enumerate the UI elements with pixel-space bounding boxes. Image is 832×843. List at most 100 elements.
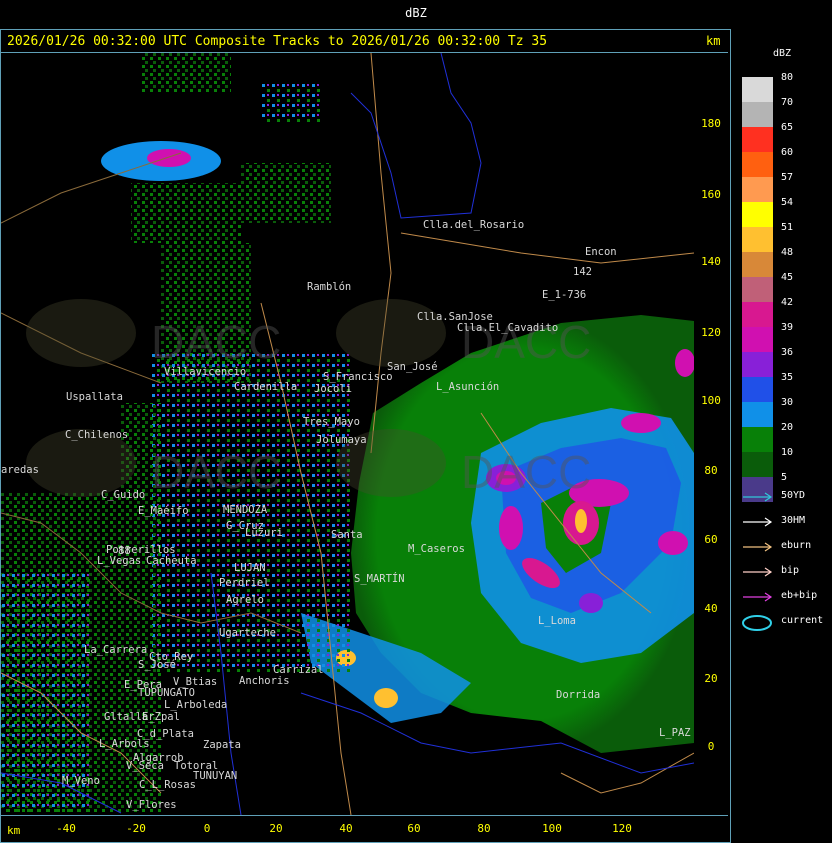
- place-label: Ugarteche: [219, 627, 276, 639]
- legend-track-label: eburn: [781, 540, 812, 551]
- place-label: Jocoli: [314, 383, 352, 395]
- legend-track-label: 50YD: [781, 490, 806, 501]
- x-tick-label: 100: [542, 822, 562, 835]
- legend-swatch-48: [742, 252, 773, 277]
- top-header: dBZ: [0, 0, 832, 28]
- place-label: S_MARTÍN: [354, 573, 405, 585]
- legend-label-54: 54: [781, 197, 794, 208]
- legend-label-80: 80: [781, 72, 794, 83]
- legend-swatch-35: [742, 377, 773, 402]
- legend-swatch-20: [742, 427, 773, 452]
- x-tick-label: 60: [407, 822, 421, 835]
- watermark-text-3: DACC: [151, 446, 281, 498]
- legend-swatch-10: [742, 452, 773, 477]
- legend-track-label: bip: [781, 565, 800, 576]
- y-tick-label: 60: [704, 533, 718, 546]
- legend-label-20: 20: [781, 422, 794, 433]
- place-label: V_Flores: [126, 799, 177, 811]
- legend-label-48: 48: [781, 247, 794, 258]
- legend-label-51: 51: [781, 222, 794, 233]
- place-label: LUJAN: [234, 562, 266, 574]
- place-label: TUPUNGATO: [138, 687, 195, 699]
- title-bar: 2026/01/26 00:32:00 UTC Composite Tracks…: [0, 30, 728, 53]
- place-label: Villavicencio: [164, 366, 247, 378]
- legend-swatch-39: [742, 327, 773, 352]
- field-label: dBZ: [405, 6, 427, 20]
- place-label: aredas: [1, 464, 39, 476]
- place-label: Carrizal: [273, 664, 324, 676]
- place-label: Clla.del_Rosario: [423, 219, 525, 231]
- legend-label-39: 39: [781, 322, 794, 333]
- x-tick-label: 0: [203, 822, 211, 835]
- legend-swatch-51: [742, 227, 773, 252]
- legend-title: dBZ: [773, 48, 792, 59]
- place-label: Jolumaya: [316, 434, 367, 446]
- legend-label-35: 35: [781, 372, 794, 383]
- legend-swatch-30: [742, 402, 773, 427]
- y-tick-label: 40: [704, 602, 718, 615]
- place-label: E_Zpal: [142, 711, 180, 723]
- plot-title: 2026/01/26 00:32:00 UTC Composite Tracks…: [7, 34, 548, 49]
- place-label: MENDOZA: [223, 504, 268, 516]
- place-label: 142: [573, 266, 592, 278]
- place-label: TUNUYAN: [193, 770, 238, 782]
- place-label: Clla.El_Cavadito: [457, 322, 559, 334]
- place-label: Dorrida: [556, 689, 601, 701]
- legend-swatch-65: [742, 127, 773, 152]
- legend-swatch-57: [742, 177, 773, 202]
- place-label: Anchoris: [239, 675, 290, 687]
- place-label: Santa: [331, 529, 363, 541]
- x-tick-label: 40: [339, 822, 353, 835]
- place-label: La_Carrera: [84, 644, 148, 656]
- place-label: Uspallata: [66, 391, 123, 403]
- y-tick-label: 100: [701, 394, 721, 407]
- x-tick-label: -40: [56, 822, 76, 835]
- legend-track-label: 30HM: [781, 515, 806, 526]
- x-tick-label: 20: [269, 822, 283, 835]
- legend-swatch-70: [742, 102, 773, 127]
- legend-label-42: 42: [781, 297, 794, 308]
- place-label: 88: [118, 545, 131, 557]
- legend-swatch-45: [742, 277, 773, 302]
- watermark-text-4: DACC: [461, 446, 591, 498]
- place-label: Perdriel: [219, 577, 270, 589]
- legend-label-57: 57: [781, 172, 794, 183]
- y-tick-label: 160: [701, 188, 721, 201]
- place-label: L_Asunción: [436, 381, 500, 393]
- place-label: S_Francisco: [323, 371, 393, 383]
- place-label: M_Caseros: [408, 543, 465, 555]
- y-tick-label: 0: [707, 740, 715, 753]
- place-label: Tres_Mayo: [303, 416, 360, 428]
- legend-label-30: 30: [781, 397, 794, 408]
- place-label: Encon: [585, 246, 617, 258]
- place-label: S_José: [138, 659, 176, 671]
- place-label: San_José: [387, 361, 438, 373]
- y-tick-label: 80: [704, 464, 718, 477]
- legend-track-label: eb+bip: [781, 590, 818, 601]
- legend-label-10: 10: [781, 447, 794, 458]
- watermark-text-1: DACC: [151, 316, 281, 368]
- place-label: C_L_Rosas: [139, 779, 196, 791]
- legend-label-36: 36: [781, 347, 794, 358]
- place-label: M_Veno: [62, 775, 100, 787]
- radar-map[interactable]: DACC DACC DACC DACC Clla.del_Rosario Enco…: [1, 53, 694, 815]
- place-label: C_Chilenos: [65, 429, 129, 441]
- x-axis-unit: km: [7, 824, 21, 837]
- legend-swatch-80: [742, 77, 773, 102]
- legend-panel: dBZ 80 70 65 60 57 54 51 48 45 42 39 36 35 30 20 10 5 50Y…: [730, 30, 832, 842]
- place-label: L_Loma: [538, 615, 576, 627]
- legend-track-label: current: [781, 615, 824, 626]
- y-axis-unit: km: [706, 34, 721, 48]
- y-tick-label: 180: [701, 117, 721, 130]
- x-axis: km -40 -20 0 20 40 60 80 100 120: [0, 815, 728, 843]
- legend-label-45: 45: [781, 272, 794, 283]
- place-label: Zapata: [203, 739, 241, 751]
- legend-swatch-54: [742, 202, 773, 227]
- legend-swatch-36: [742, 352, 773, 377]
- place-label: L_PAZ: [659, 727, 691, 739]
- legend-label-70: 70: [781, 97, 794, 108]
- legend-swatch-42: [742, 302, 773, 327]
- y-axis: 180 160 140 120 100 80 60 40 20 0: [694, 53, 728, 815]
- legend-label-60: 60: [781, 147, 794, 158]
- place-label: L_Arboleda: [164, 699, 228, 711]
